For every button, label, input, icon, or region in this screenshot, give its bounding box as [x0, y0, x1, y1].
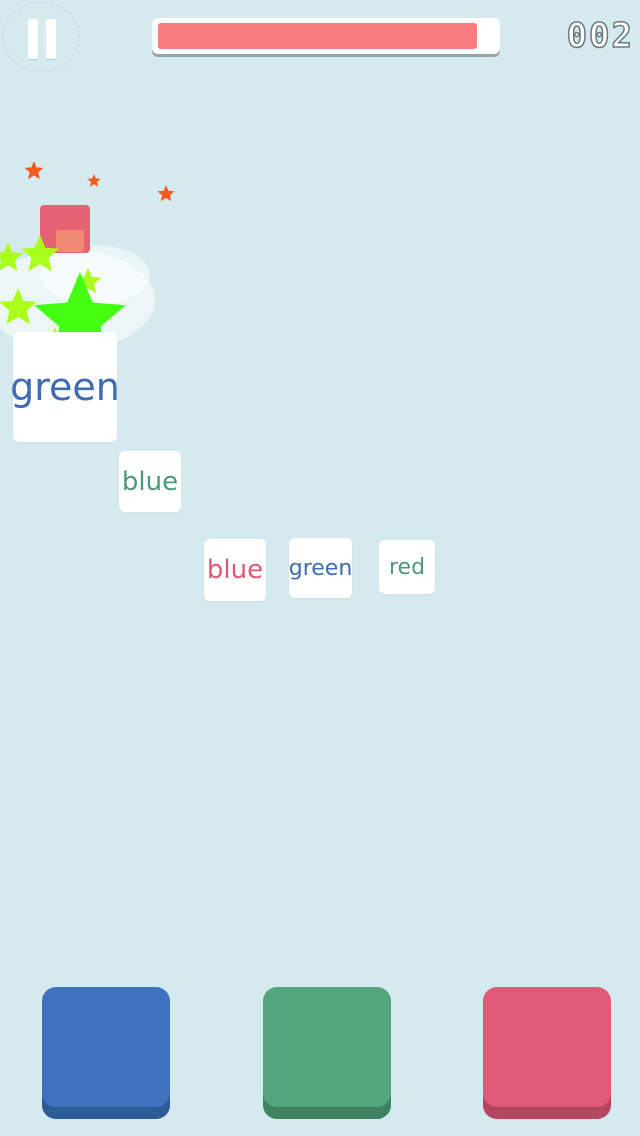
queue-word: red: [388, 554, 426, 580]
star-particle: [74, 268, 102, 294]
splash-cloud: [40, 245, 150, 305]
score-counter: 002: [566, 15, 634, 57]
pause-icon: [28, 19, 38, 59]
red-button[interactable]: [483, 987, 611, 1119]
pause-icon: [46, 19, 56, 59]
blue-button[interactable]: [42, 987, 170, 1119]
red-block-fragment: [56, 230, 84, 252]
star-particle: [24, 161, 44, 180]
next-word: blue: [121, 466, 179, 497]
green-button[interactable]: [263, 987, 391, 1119]
queue-card-1: blue: [204, 539, 266, 601]
queue-card-3: red: [379, 540, 435, 594]
timer-progress-fill: [158, 23, 478, 49]
timer-progress-bar: [152, 18, 500, 54]
pause-button[interactable]: [2, 2, 80, 72]
active-word: green: [10, 365, 120, 409]
star-particle: [157, 185, 175, 202]
red-block-fragment: [40, 205, 90, 253]
queue-word: green: [288, 555, 353, 581]
queue-word: blue: [206, 555, 264, 585]
star-particle: [0, 288, 37, 325]
next-word-card: blue: [119, 451, 181, 512]
star-particle: [0, 242, 24, 271]
star-particle: [87, 174, 101, 187]
star-particle: [21, 235, 59, 272]
active-word-card: green: [10, 332, 120, 442]
queue-card-2: green: [289, 538, 352, 598]
